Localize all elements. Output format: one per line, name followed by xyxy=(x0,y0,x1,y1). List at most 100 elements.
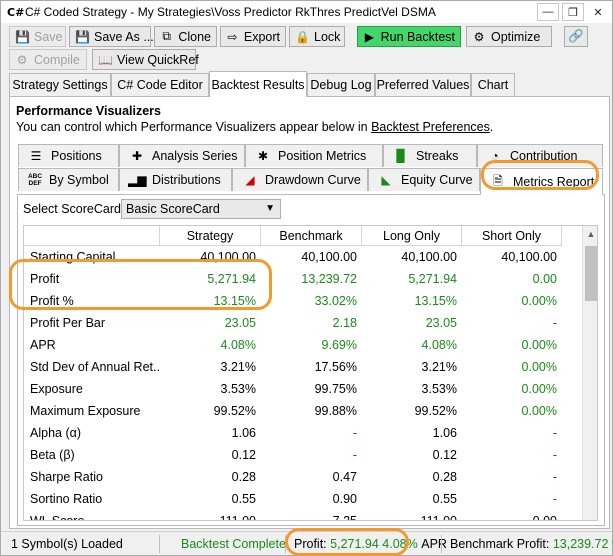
export-button[interactable]: ⇨ Export xyxy=(220,26,286,47)
compile-button[interactable]: ⚙ Compile xyxy=(9,49,87,70)
metric-value-strategy: 0.28 xyxy=(231,470,256,484)
scroll-up-icon[interactable]: ▲ xyxy=(583,226,597,242)
table-row[interactable]: Profit 5,271.94 13,239.72 5,271.94 0.00 xyxy=(24,268,582,290)
metric-value-short: 0.00% xyxy=(521,404,557,418)
view-quickref-button[interactable]: 📖 View QuickRef xyxy=(92,49,199,70)
column-header-short-only[interactable]: Short Only xyxy=(462,226,562,246)
benchmark-profit-status: Benchmark Profit: 13,239.72 9 xyxy=(450,537,613,551)
tab-code-editor[interactable]: C# Code Editor xyxy=(111,73,209,96)
table-row[interactable]: Profit % 13.15% 33.02% 13.15% 0.00% xyxy=(24,290,582,312)
chevron-down-icon: ▼ xyxy=(265,203,275,214)
metric-value-strategy: 40,100.00 xyxy=(200,250,256,264)
tab-positions[interactable]: ☰ Positions xyxy=(18,144,119,167)
table-row[interactable]: Beta (β) 0.12 - 0.12 - xyxy=(24,444,582,466)
run-backtest-button[interactable]: ▶ Run Backtest xyxy=(357,26,461,47)
save-as-button[interactable]: 💾 Save As ... xyxy=(69,26,154,47)
tab-equity-curve[interactable]: ◣ Equity Curve xyxy=(368,168,480,191)
link-button[interactable]: 🔗 xyxy=(564,26,588,47)
tab-by-symbol[interactable]: ABC DEF By Symbol xyxy=(18,168,119,191)
export-icon: ⇨ xyxy=(227,29,238,44)
tab-preferred-values[interactable]: Preferred Values xyxy=(375,73,471,96)
table-row[interactable]: APR 4.08% 9.69% 4.08% 0.00% xyxy=(24,334,582,356)
window-title: C# Coded Strategy - My Strategies\Voss P… xyxy=(25,5,436,19)
metric-name-cell: Sortino Ratio xyxy=(30,492,103,506)
scrollbar-thumb[interactable] xyxy=(585,246,597,301)
column-header-strategy[interactable]: Strategy xyxy=(160,226,261,246)
tab-chart[interactable]: Chart xyxy=(471,73,515,96)
clone-button[interactable]: ⧉ Clone xyxy=(154,26,217,47)
restore-button[interactable]: ❐ xyxy=(562,3,584,21)
metric-name-cell: Std Dev of Annual Ret... xyxy=(30,360,160,374)
table-row[interactable]: Sharpe Ratio 0.28 0.47 0.28 - xyxy=(24,466,582,488)
tab-debug-log[interactable]: Debug Log xyxy=(307,73,375,96)
vertical-scrollbar[interactable]: ▲ xyxy=(582,226,597,520)
metric-value-benchmark: 40,100.00 xyxy=(301,250,357,264)
metric-value-short: 0.00% xyxy=(521,294,557,308)
performance-visualizers-description: You can control which Performance Visual… xyxy=(16,120,494,134)
tab-backtest-results[interactable]: Backtest Results xyxy=(209,71,307,97)
play-icon: ▶ xyxy=(364,29,374,44)
column-header-metric[interactable] xyxy=(24,226,160,246)
tab-strategy-settings[interactable]: Strategy Settings xyxy=(9,73,111,96)
minimize-button[interactable]: — xyxy=(537,3,559,21)
metric-value-strategy: 3.21% xyxy=(220,360,256,374)
tab-distributions[interactable]: ▂▆ Distributions xyxy=(119,168,232,191)
metric-value-benchmark: - xyxy=(352,448,357,462)
column-header-long-only[interactable]: Long Only xyxy=(362,226,462,246)
table-row[interactable]: Maximum Exposure 99.52% 99.88% 99.52% 0.00% xyxy=(24,400,582,422)
close-button[interactable]: ✕ xyxy=(587,3,609,21)
lock-button[interactable]: 🔒 Lock xyxy=(289,26,345,47)
tab-analysis-series[interactable]: ✚ Analysis Series xyxy=(119,144,245,167)
tab-metrics-report[interactable]: 🗎 Metrics Report xyxy=(480,168,603,195)
metric-value-short: 0.00% xyxy=(521,360,557,374)
position-metrics-icon: ✱ xyxy=(257,149,269,163)
metric-value-benchmark: 0.90 xyxy=(332,492,357,506)
report-icon: 🗎 xyxy=(493,173,503,188)
metric-value-short: - xyxy=(552,426,557,440)
status-bar: 1 Symbol(s) Loaded Backtest Complete Pro… xyxy=(1,531,613,555)
link-icon: 🔗 xyxy=(568,29,584,43)
metric-value-strategy: 13.15% xyxy=(213,294,256,308)
scorecard-select[interactable]: Basic ScoreCard ▼ xyxy=(121,199,281,219)
metric-value-long: 3.21% xyxy=(421,360,457,374)
metric-value-short: - xyxy=(552,316,557,330)
table-row[interactable]: Starting Capital 40,100.00 40,100.00 40,100… xyxy=(24,246,582,268)
status-separator xyxy=(159,535,160,553)
symbols-loaded-status: 1 Symbol(s) Loaded xyxy=(11,537,123,551)
metric-name-cell: Profit % xyxy=(30,294,74,308)
main-tabs: Strategy Settings C# Code Editor Backtes… xyxy=(9,71,609,97)
metric-value-short: 0.00% xyxy=(521,338,557,352)
tab-contribution[interactable]: ◔ Contribution xyxy=(477,144,603,167)
lock-icon: 🔒 xyxy=(295,29,310,44)
toolbar: 💾 Save 💾 Save As ... ⧉ Clone ⇨ Export 🔒 … xyxy=(1,23,612,73)
metric-name-cell: Profit xyxy=(30,272,60,286)
metric-value-benchmark: 17.56% xyxy=(314,360,357,374)
table-row[interactable]: Alpha (α) 1.06 - 1.06 - xyxy=(24,422,582,444)
table-row[interactable]: Sortino Ratio 0.55 0.90 0.55 - xyxy=(24,488,582,510)
metric-value-long: 0.28 xyxy=(432,470,457,484)
tab-drawdown-curve[interactable]: ◢ Drawdown Curve xyxy=(232,168,368,191)
optimize-button[interactable]: ⚙ Optimize xyxy=(466,26,552,47)
scorecard-label: Select ScoreCard: xyxy=(23,202,125,216)
pie-chart-icon: ◔ xyxy=(491,149,499,163)
metric-value-long: 0.55 xyxy=(432,492,457,506)
metric-value-long: 13.15% xyxy=(414,294,457,308)
metric-value-short: 0.00% xyxy=(521,382,557,396)
table-row[interactable]: Exposure 3.53% 99.75% 3.53% 0.00% xyxy=(24,378,582,400)
column-header-benchmark[interactable]: Benchmark xyxy=(261,226,362,246)
tab-streaks[interactable]: ▉ Streaks xyxy=(383,144,477,167)
table-row[interactable]: Profit Per Bar 23.05 2.18 23.05 - xyxy=(24,312,582,334)
metric-value-strategy: 111.00 xyxy=(219,514,256,521)
table-row[interactable]: WL Score 111.00 7.25 111.00 0.00 xyxy=(24,510,582,521)
metric-value-short: - xyxy=(552,448,557,462)
tab-position-metrics[interactable]: ✱ Position Metrics xyxy=(245,144,383,167)
table-row[interactable]: Std Dev of Annual Ret... 3.21% 17.56% 3.21%… xyxy=(24,356,582,378)
metric-name-cell: Exposure xyxy=(30,382,83,396)
save-button[interactable]: 💾 Save xyxy=(9,26,66,47)
floppy-disk-icon: 💾 xyxy=(75,29,90,44)
backtest-preferences-link[interactable]: Backtest Preferences xyxy=(371,120,490,134)
metric-value-long: 99.52% xyxy=(414,404,457,418)
metric-value-long: 0.12 xyxy=(432,448,457,462)
metric-value-benchmark: 99.88% xyxy=(314,404,357,418)
metric-value-strategy: 3.53% xyxy=(220,382,256,396)
